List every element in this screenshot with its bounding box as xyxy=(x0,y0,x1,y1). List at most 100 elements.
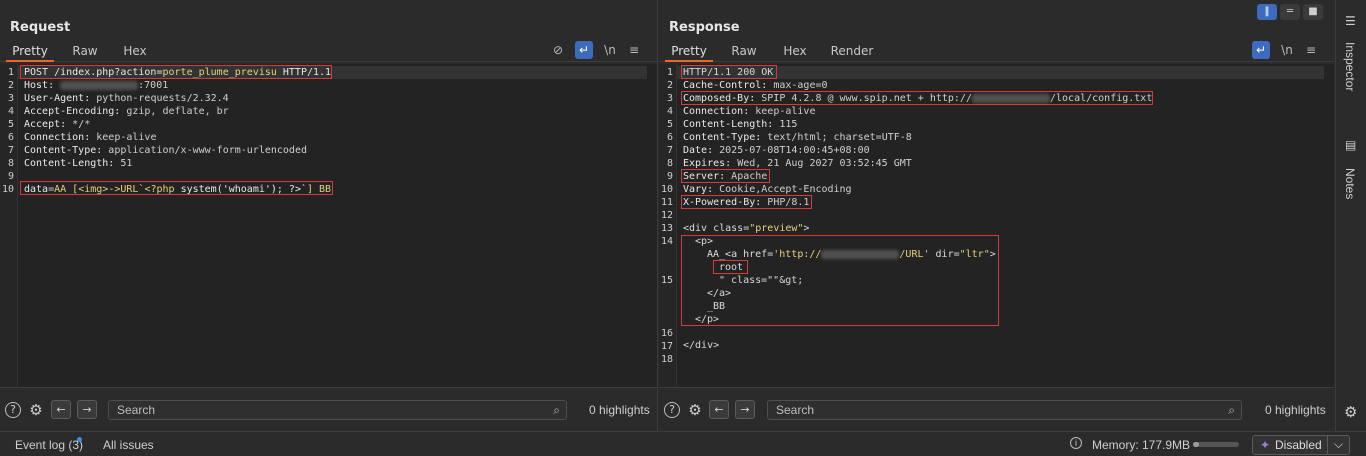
command-output: root xyxy=(719,262,744,273)
response-gutter: 1 2 3 4 5 6 7 8 9 10 11 12 13 14 15 16 1… xyxy=(659,64,677,387)
line-number: 17 xyxy=(660,341,673,352)
header-x-powered-by: X-Powered-By: PHP/8.1 xyxy=(683,197,810,208)
status-bar: Event log (3) All issues i Memory: 177.9… xyxy=(0,431,1366,456)
line-number: 11 xyxy=(660,197,673,208)
line-number: 10 xyxy=(1,184,14,195)
html-p-close: </p> xyxy=(695,314,720,325)
tab-request-pretty[interactable]: Pretty xyxy=(6,40,54,62)
help-icon[interactable]: ? xyxy=(664,402,680,418)
html-anchor-open: AA_<a href='http:///URL' dir="ltr"> xyxy=(707,249,996,260)
tab-response-render[interactable]: Render xyxy=(827,40,877,62)
split-horizontal-icon[interactable]: ═ xyxy=(1280,4,1300,20)
tab-response-pretty[interactable]: Pretty xyxy=(665,40,713,62)
html-p-open: <p> xyxy=(695,236,714,247)
memory-bar-fill xyxy=(1193,442,1199,447)
memory-usage: Memory: 177.9MB xyxy=(1092,438,1191,452)
response-footer: ? ⚙ ← → ⌕ 0 highlights xyxy=(659,387,1334,431)
line-number: 4 xyxy=(7,106,14,117)
event-log-link[interactable]: Event log (3) xyxy=(15,438,83,452)
notes-icon: ▤ xyxy=(1345,138,1357,152)
line-number: 4 xyxy=(666,106,673,117)
help-icon[interactable]: ? xyxy=(5,402,21,418)
tab-response-hex[interactable]: Hex xyxy=(776,40,814,62)
header-connection: Connection: keep-alive xyxy=(683,106,816,117)
next-arrow-icon[interactable]: → xyxy=(735,400,755,419)
response-editor[interactable]: 1 2 3 4 5 6 7 8 9 10 11 12 13 14 15 16 1… xyxy=(659,64,1334,387)
html-anchor-close: </a> xyxy=(707,288,732,299)
split-vertical-icon[interactable]: ‖ xyxy=(1257,4,1277,20)
inspector-tab[interactable]: ☰ Inspector xyxy=(1336,10,1366,100)
line-number: 15 xyxy=(660,275,673,286)
wrap-lines-icon[interactable]: ↵ xyxy=(575,41,593,59)
line-number: 7 xyxy=(7,145,14,156)
previous-arrow-icon[interactable]: ← xyxy=(709,400,729,419)
sliders-icon: ☰ xyxy=(1345,14,1356,28)
html-div-open: <div class="preview"> xyxy=(683,223,810,234)
redacted-ip xyxy=(972,93,1050,103)
header-host: Host: :7001 xyxy=(24,80,169,91)
header-connection: Connection: keep-alive xyxy=(24,132,157,143)
settings-gear-icon[interactable]: ⚙ xyxy=(686,401,704,419)
line-number: 2 xyxy=(7,80,14,91)
single-pane-icon[interactable]: ■ xyxy=(1303,4,1323,20)
hide-nonprintable-icon[interactable]: ⊘ xyxy=(549,41,567,59)
response-search-input[interactable] xyxy=(776,403,1195,417)
response-tabs: Pretty Raw Hex Render ↵ \n ≡ xyxy=(659,40,1334,62)
response-pane: Response Pretty Raw Hex Render ↵ \n ≡ 1 … xyxy=(659,0,1334,431)
event-log-indicator xyxy=(77,437,82,442)
request-editor-toolbar: ⊘ ↵ \n ≡ xyxy=(549,41,649,59)
all-issues-link[interactable]: All issues xyxy=(103,438,154,452)
divider xyxy=(1327,436,1328,454)
line-number: 3 xyxy=(666,93,673,104)
header-content-type: Content-Type: application/x-www-form-url… xyxy=(24,145,307,156)
inspector-label: Inspector xyxy=(1343,42,1357,92)
settings-gear-icon[interactable]: ⚙ xyxy=(27,401,45,419)
ai-toggle-dropdown[interactable]: ✦ Disabled ⌵ xyxy=(1252,435,1350,455)
header-accept: Accept: */* xyxy=(24,119,91,130)
sparkle-icon: ✦ xyxy=(1260,438,1271,452)
tab-request-hex[interactable]: Hex xyxy=(116,40,154,62)
line-number: 5 xyxy=(7,119,14,130)
rail-settings[interactable]: ⚙ xyxy=(1336,403,1366,423)
memory-bar xyxy=(1193,442,1239,447)
response-highlights-count: 0 highlights xyxy=(1265,403,1326,417)
tab-response-raw[interactable]: Raw xyxy=(725,40,763,62)
header-content-type: Content-Type: text/html; charset=UTF-8 xyxy=(683,132,912,143)
response-search-field[interactable]: ⌕ xyxy=(767,400,1242,420)
header-content-length: Content-Length: 51 xyxy=(24,158,133,169)
header-accept-encoding: Accept-Encoding: gzip, deflate, br xyxy=(24,106,229,117)
response-title: Response xyxy=(669,20,740,35)
line-number: 8 xyxy=(666,158,673,169)
newline-toggle-button[interactable]: \n xyxy=(601,41,619,59)
line-number: 1 xyxy=(666,67,673,78)
line-number: 8 xyxy=(7,158,14,169)
request-search-input[interactable] xyxy=(117,403,522,417)
settings-gear-icon: ⚙ xyxy=(1344,403,1358,421)
line-number: 6 xyxy=(666,132,673,143)
line-number: 5 xyxy=(666,119,673,130)
header-cache-control: Cache-Control: max-age=0 xyxy=(683,80,828,91)
next-arrow-icon[interactable]: → xyxy=(77,400,97,419)
html-text: " class=""&gt; xyxy=(719,275,804,286)
request-highlights-count: 0 highlights xyxy=(589,403,650,417)
info-icon[interactable]: i xyxy=(1070,437,1082,449)
previous-arrow-icon[interactable]: ← xyxy=(51,400,71,419)
wrap-lines-icon[interactable]: ↵ xyxy=(1252,41,1270,59)
line-number: 2 xyxy=(666,80,673,91)
line-number: 16 xyxy=(660,328,673,339)
header-server: Server: Apache xyxy=(683,171,768,182)
redacted-ip xyxy=(821,249,900,259)
tab-request-raw[interactable]: Raw xyxy=(66,40,104,62)
response-code: HTTP/1.1 200 OK Cache-Control: max-age=0… xyxy=(683,64,1328,387)
newline-toggle-button[interactable]: \n xyxy=(1278,41,1296,59)
notes-tab[interactable]: ▤ Notes xyxy=(1336,136,1366,211)
request-code: POST /index.php?action=porte_plume_previ… xyxy=(24,64,651,387)
line-number: 3 xyxy=(7,93,14,104)
menu-icon[interactable]: ≡ xyxy=(1302,41,1320,59)
request-search-field[interactable]: ⌕ xyxy=(108,400,567,420)
menu-icon[interactable]: ≡ xyxy=(625,41,643,59)
request-editor[interactable]: 1 2 3 4 5 6 7 8 9 10 POST /index.php?act… xyxy=(0,64,657,387)
line-number: 7 xyxy=(666,145,673,156)
line-number: 18 xyxy=(660,354,673,365)
header-vary: Vary: Cookie,Accept-Encoding xyxy=(683,184,852,195)
